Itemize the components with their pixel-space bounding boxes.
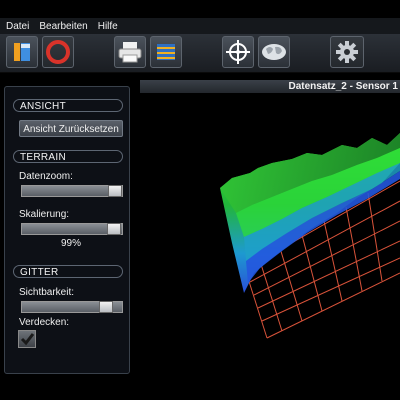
skalierung-label: Skalierung:	[19, 209, 70, 220]
sichtbarkeit-slider-thumb[interactable]	[99, 301, 113, 313]
menu-datei[interactable]: Datei	[6, 21, 29, 32]
verdecken-checkbox[interactable]	[18, 330, 36, 348]
skalierung-slider-thumb[interactable]	[107, 223, 121, 235]
sichtbarkeit-slider[interactable]	[21, 301, 123, 313]
datenzoom-slider[interactable]	[21, 185, 123, 197]
verdecken-label: Verdecken:	[19, 317, 70, 328]
world-map-icon	[262, 44, 286, 60]
checkmark-icon	[20, 333, 35, 346]
save-button[interactable]	[6, 36, 38, 68]
sichtbarkeit-label: Sichtbarkeit:	[19, 287, 75, 298]
menu-bearbeiten[interactable]: Bearbeiten	[39, 21, 87, 32]
section-gitter: GITTER	[13, 265, 123, 278]
settings-button[interactable]	[330, 36, 364, 68]
layers-icon	[157, 44, 175, 60]
crosshair-icon	[226, 40, 250, 64]
no-entry-icon	[46, 40, 70, 64]
datenzoom-slider-thumb[interactable]	[108, 185, 122, 197]
print-button[interactable]	[114, 36, 146, 68]
gear-icon	[336, 41, 358, 63]
reset-view-button[interactable]: Ansicht Zurücksetzen	[19, 120, 123, 137]
terrain-surface	[220, 133, 400, 293]
viewport-title: Datensatz_2 - Sensor 1	[140, 80, 400, 93]
section-terrain: TERRAIN	[13, 150, 123, 163]
menu-bar: Datei Bearbeiten Hilfe	[0, 18, 400, 34]
section-ansicht: ANSICHT	[13, 99, 123, 112]
terrain-3d-view[interactable]	[132, 93, 400, 378]
stop-button[interactable]	[42, 36, 74, 68]
skalierung-value: 99%	[60, 238, 81, 249]
menu-hilfe[interactable]: Hilfe	[98, 21, 118, 32]
toolbar	[0, 34, 400, 73]
target-button[interactable]	[222, 36, 254, 68]
save-icon	[14, 43, 30, 61]
layers-button[interactable]	[150, 36, 182, 68]
datenzoom-label: Datenzoom:	[19, 171, 73, 182]
map-button[interactable]	[258, 36, 290, 68]
terrain-render	[220, 133, 400, 339]
skalierung-slider[interactable]	[21, 223, 123, 235]
printer-icon	[118, 42, 142, 63]
